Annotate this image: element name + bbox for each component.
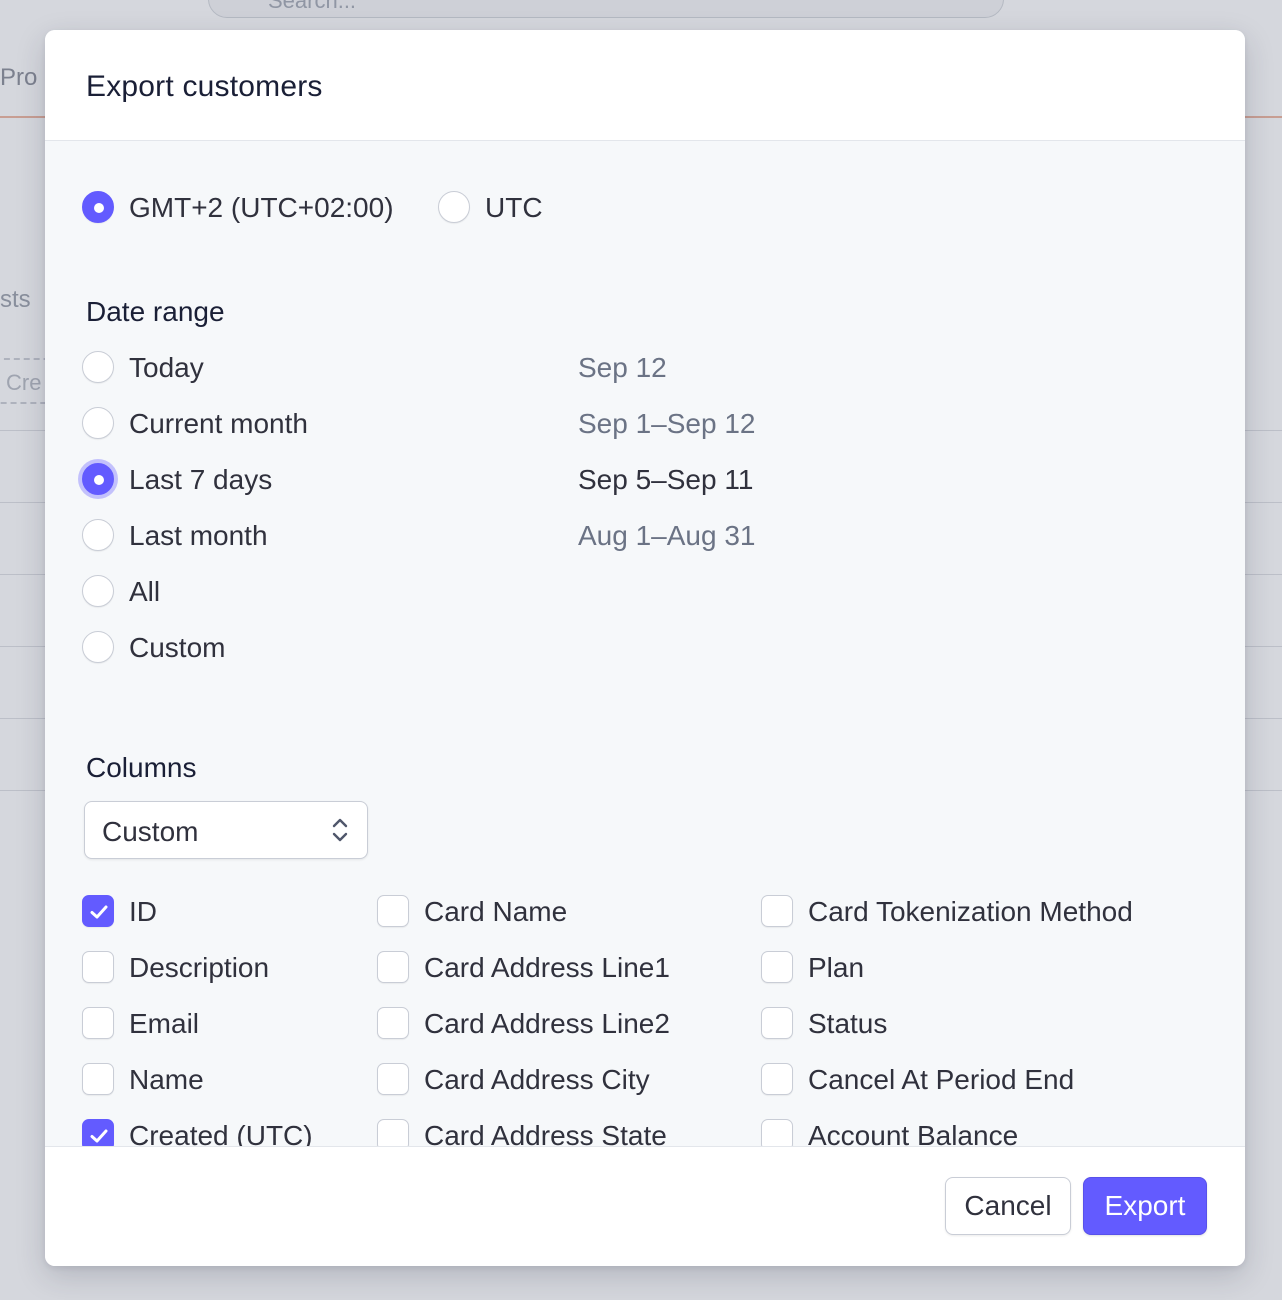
date-range-radio-last-month[interactable] — [82, 519, 114, 551]
chevron-up-down-icon — [332, 818, 348, 842]
export-customers-dialog: Export customers GMT+2 (UTC+02:00) UTC D… — [45, 30, 1245, 1266]
timezone-radio-utc[interactable] — [438, 191, 470, 223]
date-range-radio-custom[interactable] — [82, 631, 114, 663]
date-range-radio-today[interactable] — [82, 351, 114, 383]
column-label-email[interactable]: Email — [129, 1008, 199, 1040]
column-label-account-balance[interactable]: Account Balance — [808, 1120, 1018, 1146]
timezone-radio-gmt2[interactable] — [82, 191, 114, 223]
column-label-created-utc[interactable]: Created (UTC) — [129, 1120, 313, 1146]
column-checkbox-card-name[interactable] — [377, 895, 409, 927]
column-checkbox-cancel-at-period-end[interactable] — [761, 1063, 793, 1095]
date-range-label-custom[interactable]: Custom — [129, 632, 225, 664]
column-label-card-tokenization-method[interactable]: Card Tokenization Method — [808, 896, 1133, 928]
column-checkbox-status[interactable] — [761, 1007, 793, 1039]
date-range-label-current-month[interactable]: Current month — [129, 408, 308, 440]
date-range-label-today[interactable]: Today — [129, 352, 204, 384]
column-label-card-name[interactable]: Card Name — [424, 896, 567, 928]
column-checkbox-card-address-line1[interactable] — [377, 951, 409, 983]
columns-heading: Columns — [86, 752, 197, 783]
dialog-header: Export customers — [45, 30, 1245, 141]
date-range-label-last-7-days[interactable]: Last 7 days — [129, 464, 272, 496]
column-checkbox-account-balance[interactable] — [761, 1119, 793, 1146]
column-label-id[interactable]: ID — [129, 896, 157, 928]
dialog-footer: Cancel Export — [45, 1146, 1245, 1266]
column-label-card-address-line2[interactable]: Card Address Line2 — [424, 1008, 670, 1040]
column-checkbox-card-tokenization-method[interactable] — [761, 895, 793, 927]
cancel-button[interactable]: Cancel — [945, 1177, 1071, 1235]
date-range-radio-current-month[interactable] — [82, 407, 114, 439]
column-checkbox-card-address-line2[interactable] — [377, 1007, 409, 1039]
checkmark-icon — [90, 1129, 108, 1143]
timezone-label-utc[interactable]: UTC — [485, 192, 543, 224]
column-label-description[interactable]: Description — [129, 952, 269, 984]
column-checkbox-card-address-state[interactable] — [377, 1119, 409, 1146]
column-checkbox-created-utc[interactable] — [82, 1119, 114, 1146]
column-label-card-address-state[interactable]: Card Address State — [424, 1120, 667, 1146]
column-label-card-address-city[interactable]: Card Address City — [424, 1064, 650, 1096]
date-range-radio-all[interactable] — [82, 575, 114, 607]
date-range-value-last-month: Aug 1–Aug 31 — [578, 520, 756, 551]
date-range-value-current-month: Sep 1–Sep 12 — [578, 408, 756, 439]
columns-preset-select[interactable]: Custom — [84, 801, 368, 859]
dialog-title: Export customers — [86, 70, 323, 103]
column-checkbox-card-address-city[interactable] — [377, 1063, 409, 1095]
columns-preset-value: Custom — [102, 816, 199, 847]
dialog-body[interactable]: GMT+2 (UTC+02:00) UTC Date range Today S… — [45, 142, 1245, 1146]
timezone-label-gmt2[interactable]: GMT+2 (UTC+02:00) — [129, 192, 394, 224]
column-label-cancel-at-period-end[interactable]: Cancel At Period End — [808, 1064, 1074, 1096]
date-range-heading: Date range — [86, 296, 225, 327]
column-label-name[interactable]: Name — [129, 1064, 204, 1096]
date-range-label-last-month[interactable]: Last month — [129, 520, 268, 552]
column-label-card-address-line1[interactable]: Card Address Line1 — [424, 952, 670, 984]
date-range-radio-last-7-days[interactable] — [82, 463, 114, 495]
column-label-status[interactable]: Status — [808, 1008, 887, 1040]
column-checkbox-plan[interactable] — [761, 951, 793, 983]
date-range-label-all[interactable]: All — [129, 576, 160, 608]
column-checkbox-name[interactable] — [82, 1063, 114, 1095]
column-checkbox-description[interactable] — [82, 951, 114, 983]
date-range-value-last-7-days: Sep 5–Sep 11 — [578, 464, 754, 495]
column-checkbox-email[interactable] — [82, 1007, 114, 1039]
date-range-value-today: Sep 12 — [578, 352, 667, 383]
checkmark-icon — [90, 905, 108, 919]
column-checkbox-id[interactable] — [82, 895, 114, 927]
column-label-plan[interactable]: Plan — [808, 952, 864, 984]
export-button[interactable]: Export — [1083, 1177, 1207, 1235]
